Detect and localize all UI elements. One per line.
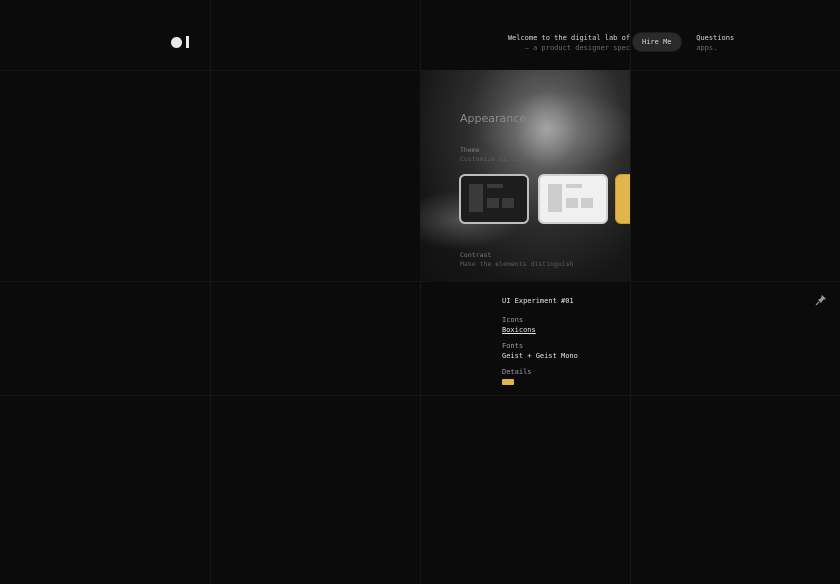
grid-line	[210, 0, 211, 584]
appearance-preview: Appearance Theme Customize UI colors Con…	[420, 70, 630, 281]
grid-line	[630, 0, 631, 584]
experiment-title-text: UI Experiment #01	[502, 297, 574, 305]
icons-link[interactable]: Boxicons	[502, 325, 536, 335]
fonts-value: Geist + Geist Mono	[502, 352, 578, 360]
welcome-line2-end: apps.	[696, 44, 718, 52]
details-label: Details	[502, 368, 532, 376]
fonts-info: Fonts Geist + Geist Mono	[502, 341, 578, 361]
welcome-line2: — a product designer spec	[524, 44, 631, 52]
grid-line	[0, 395, 840, 396]
experiment-title: UI Experiment #01	[502, 296, 574, 306]
icons-label: Icons	[502, 316, 524, 324]
pin-icon[interactable]	[815, 294, 827, 306]
hire-me-button[interactable]: Hire Me	[633, 33, 681, 51]
contrast-sub: Make the elements distinguish	[460, 260, 574, 268]
site-logo[interactable]	[171, 36, 189, 48]
welcome-line1: Welcome to the digital lab of	[507, 34, 631, 42]
preview-title: Appearance	[460, 112, 527, 125]
grid-line	[0, 281, 840, 282]
welcome-text: Welcome to the digital lab of Questions …	[506, 33, 736, 53]
theme-card-yellow[interactable]	[615, 174, 630, 224]
theme-card-dark[interactable]	[459, 174, 529, 224]
welcome-line1-end: Questions	[696, 34, 735, 42]
contrast-label: Contrast	[460, 251, 492, 259]
fonts-label: Fonts	[502, 342, 524, 350]
details-info: Details	[502, 367, 532, 387]
theme-card-light[interactable]	[538, 174, 608, 224]
theme-sub: Customize UI colors	[460, 155, 535, 163]
icons-info: Icons Boxicons	[502, 315, 536, 335]
accent-swatch	[502, 379, 514, 385]
logo-bar-icon	[186, 36, 189, 48]
logo-dot-icon	[171, 36, 182, 48]
theme-label: Theme	[460, 146, 480, 154]
